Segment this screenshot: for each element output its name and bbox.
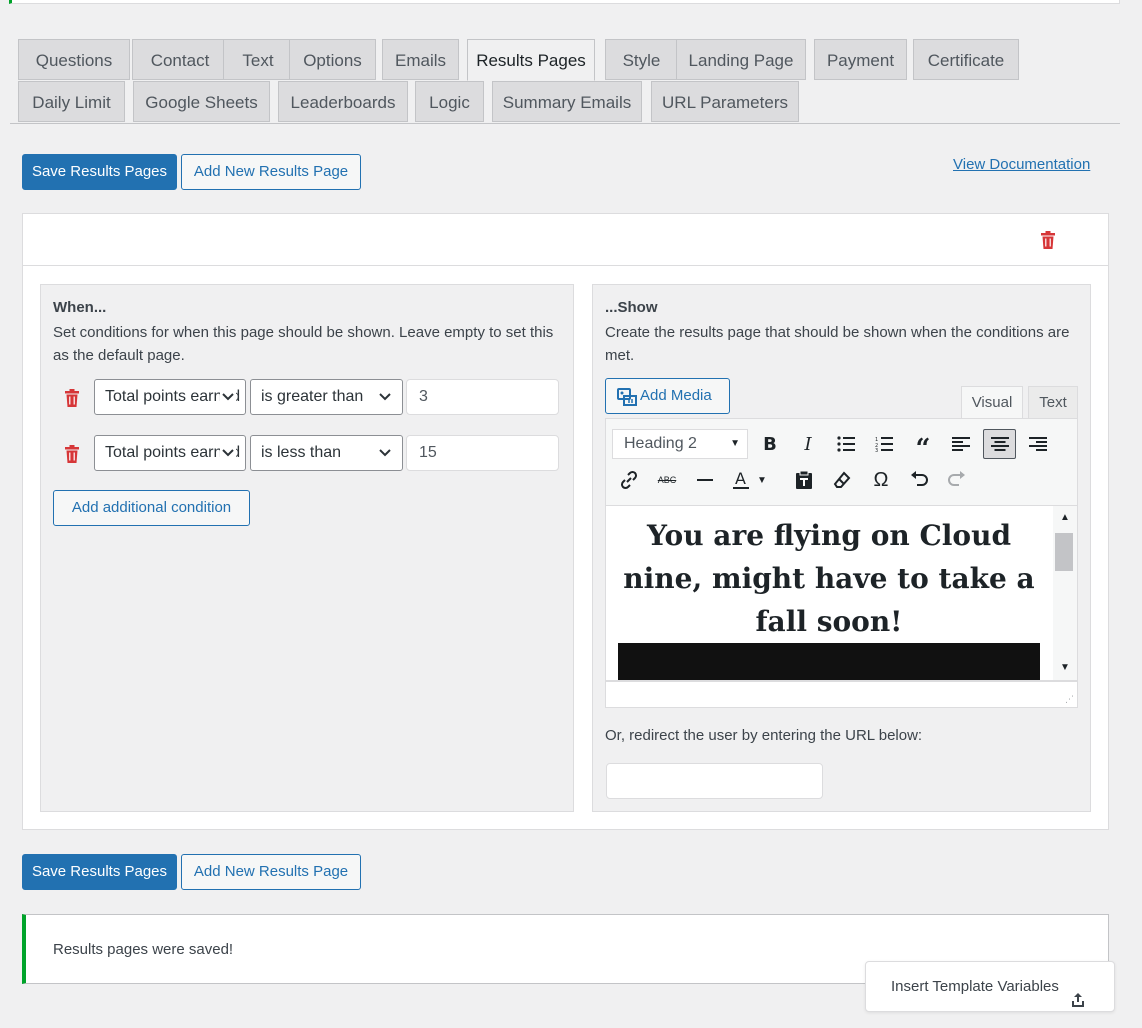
add-new-results-page-button[interactable]: Add New Results Page [181, 854, 361, 890]
tab-questions[interactable]: Questions [18, 39, 130, 80]
delete-condition-trash-icon[interactable] [65, 389, 79, 407]
scroll-down-icon[interactable]: ▼ [1060, 662, 1070, 673]
view-documentation-link[interactable]: View Documentation [953, 156, 1090, 173]
bullet-list-icon[interactable] [831, 430, 861, 458]
tab-contact[interactable]: Contact [132, 39, 228, 80]
tab-payment[interactable]: Payment [814, 39, 907, 80]
add-media-label: Add Media [640, 387, 712, 404]
content-image [618, 643, 1040, 681]
paste-text-icon[interactable] [789, 466, 819, 494]
horizontal-rule-icon[interactable] [690, 466, 720, 494]
condition-value-input[interactable]: 3 [406, 379, 559, 415]
content-heading: You are flying on Cloud nine, might have… [618, 514, 1040, 643]
tab-logic[interactable]: Logic [415, 81, 484, 122]
format-select[interactable]: Heading 2 ▼ [612, 429, 748, 459]
editor-scrollbar[interactable]: ▲ ▼ [1053, 506, 1077, 681]
text-color-icon[interactable]: A [728, 466, 754, 494]
redirect-label: Or, redirect the user by entering the UR… [605, 727, 922, 744]
tab-daily-limit[interactable]: Daily Limit [18, 81, 125, 122]
svg-text:A: A [735, 470, 746, 488]
condition-operator-select[interactable]: is greater than [250, 379, 403, 415]
italic-icon[interactable]: I [793, 430, 823, 458]
add-media-icon [617, 386, 637, 406]
delete-page-trash-icon[interactable] [1041, 231, 1055, 249]
chevron-down-icon [220, 380, 236, 414]
condition-operator-value: is less than [261, 444, 341, 461]
editor-statusbar: ⋰ [605, 681, 1078, 708]
redo-icon[interactable] [942, 466, 972, 494]
template-variables-label: Insert Template Variables [891, 978, 1059, 995]
condition-field-select[interactable]: Total points earned [94, 435, 246, 471]
editor-toolbar: Heading 2 ▼ B I 123 “ ABC A ▼ Ω [605, 418, 1078, 505]
align-center-icon[interactable] [983, 429, 1016, 459]
save-results-pages-button[interactable]: Save Results Pages [22, 854, 177, 890]
insert-template-variables-button[interactable]: Insert Template Variables [865, 961, 1115, 1012]
editor-content[interactable]: You are flying on Cloud nine, might have… [605, 505, 1078, 681]
tab-text-editor[interactable]: Text [1028, 386, 1078, 419]
save-results-pages-button[interactable]: Save Results Pages [22, 154, 177, 190]
tab-visual[interactable]: Visual [961, 386, 1023, 419]
show-description: Create the results page that should be s… [605, 321, 1075, 367]
upload-icon [1071, 979, 1085, 1028]
when-title: When... [53, 299, 106, 316]
bold-icon[interactable]: B [755, 430, 785, 458]
card-header [23, 214, 1108, 266]
format-select-value: Heading 2 [624, 435, 697, 452]
tab-emails[interactable]: Emails [382, 39, 459, 80]
chevron-down-icon [377, 380, 393, 414]
notice-message: Results pages were saved! [53, 941, 233, 958]
tab-landing-page[interactable]: Landing Page [676, 39, 806, 80]
align-right-icon[interactable] [1023, 430, 1053, 458]
tab-leaderboards[interactable]: Leaderboards [278, 81, 408, 122]
condition-operator-value: is greater than [261, 388, 363, 405]
caret-down-icon[interactable]: ▼ [755, 466, 769, 494]
redirect-url-input[interactable] [606, 763, 823, 799]
tab-certificate[interactable]: Certificate [913, 39, 1019, 80]
show-title: ...Show [605, 299, 658, 316]
scrollbar-thumb[interactable] [1055, 533, 1073, 571]
add-media-button[interactable]: Add Media [605, 378, 730, 414]
undo-icon[interactable] [904, 466, 934, 494]
top-notice-edge [9, 0, 1120, 4]
tab-results-pages[interactable]: Results Pages [467, 39, 595, 81]
add-new-results-page-button[interactable]: Add New Results Page [181, 154, 361, 190]
condition-operator-select[interactable]: is less than [250, 435, 403, 471]
add-condition-button[interactable]: Add additional condition [53, 490, 250, 526]
chevron-down-icon [220, 436, 236, 470]
when-description: Set conditions for when this page should… [53, 321, 558, 367]
tab-style[interactable]: Style [605, 39, 678, 80]
when-panel: When... Set conditions for when this pag… [40, 284, 574, 812]
link-icon[interactable] [614, 466, 644, 494]
scroll-up-icon[interactable]: ▲ [1060, 512, 1070, 523]
delete-condition-trash-icon[interactable] [65, 445, 79, 463]
condition-field-select[interactable]: Total points earned [94, 379, 246, 415]
chevron-down-icon [377, 436, 393, 470]
svg-text:3: 3 [875, 448, 878, 452]
strikethrough-icon[interactable]: ABC [652, 466, 682, 494]
tab-bar: Questions Contact Text Options Emails Re… [10, 38, 1120, 124]
numbered-list-icon[interactable]: 123 [869, 430, 899, 458]
tab-google-sheets[interactable]: Google Sheets [133, 81, 270, 122]
caret-down-icon: ▼ [730, 430, 740, 458]
blockquote-icon[interactable]: “ [908, 430, 938, 458]
align-left-icon[interactable] [946, 430, 976, 458]
condition-value-input[interactable]: 15 [406, 435, 559, 471]
resize-handle-icon[interactable]: ⋰ [1065, 694, 1074, 705]
tab-url-parameters[interactable]: URL Parameters [651, 81, 799, 122]
tab-options[interactable]: Options [289, 39, 376, 80]
tab-text[interactable]: Text [223, 39, 293, 80]
tab-summary-emails[interactable]: Summary Emails [492, 81, 642, 122]
special-char-icon[interactable]: Ω [866, 466, 896, 494]
clear-format-icon[interactable] [827, 466, 857, 494]
